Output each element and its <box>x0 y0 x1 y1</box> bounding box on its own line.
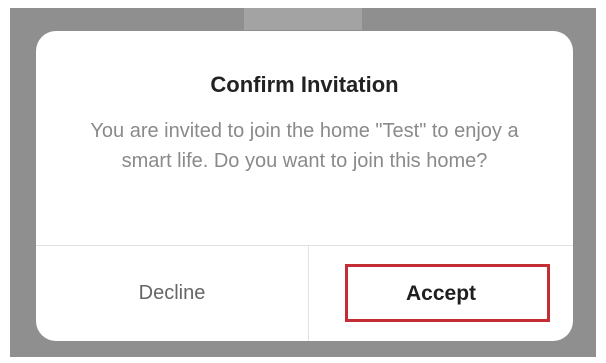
dialog-title: Confirm Invitation <box>210 72 399 97</box>
background-shape <box>244 8 362 30</box>
decline-button[interactable]: Decline <box>36 246 308 341</box>
dialog-content: Confirm Invitation You are invited to jo… <box>36 31 573 245</box>
accept-button[interactable]: Accept <box>309 246 573 341</box>
dialog-message: You are invited to join the home "Test" … <box>90 120 519 172</box>
confirm-invitation-dialog: Confirm Invitation You are invited to jo… <box>36 31 573 341</box>
accept-button-label: Accept <box>405 281 477 305</box>
